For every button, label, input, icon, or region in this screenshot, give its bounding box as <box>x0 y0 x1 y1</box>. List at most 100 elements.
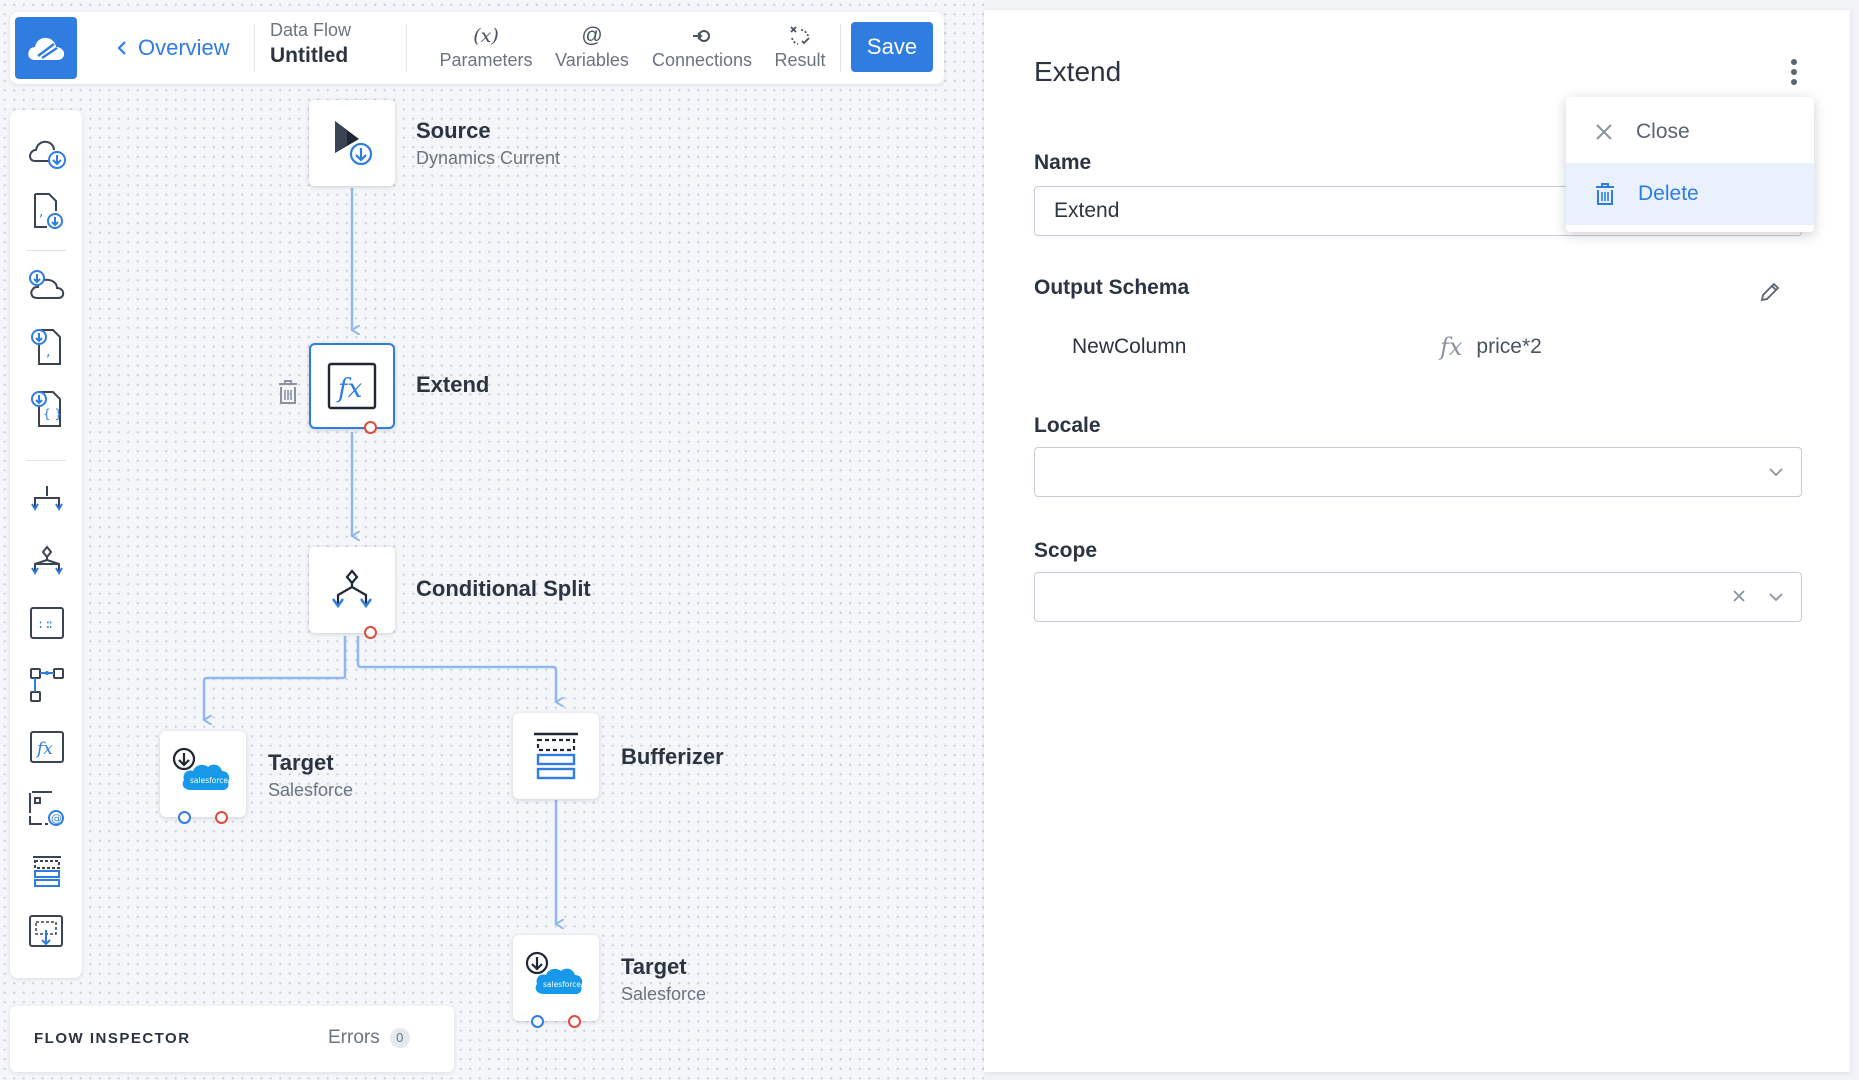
chevron-down-icon <box>1769 468 1783 477</box>
extend-node[interactable]: fx <box>309 343 395 429</box>
target2-node-subtitle: Salesforce <box>621 984 707 1004</box>
name-field-label: Name <box>1034 151 1092 174</box>
salesforce-target-icon: salesforce <box>172 747 230 791</box>
source-node[interactable] <box>309 100 395 186</box>
chevron-left-icon <box>117 41 126 55</box>
close-icon <box>1596 124 1612 140</box>
bufferizer-icon <box>534 732 578 780</box>
target-node-2[interactable]: salesforce <box>513 935 599 1021</box>
flow-inspector[interactable]: FLOW INSPECTOR Errors 0 <box>10 1006 454 1072</box>
bufferizer-icon[interactable] <box>26 850 68 892</box>
schema-column-expression[interactable]: fx price*2 <box>1440 333 1542 361</box>
connections-label: Connections <box>651 50 753 70</box>
more-options-icon[interactable] <box>1780 54 1808 90</box>
menu-item-delete[interactable]: Delete <box>1566 163 1814 225</box>
output-schema-label: Output Schema <box>1034 276 1190 299</box>
panel-title: Extend <box>1034 56 1122 87</box>
source-node-label: Source <box>416 118 491 143</box>
save-button[interactable]: Save <box>851 22 933 72</box>
palette-divider <box>26 250 66 251</box>
fx-icon: fx <box>1440 333 1463 361</box>
toolbar-divider <box>406 24 407 72</box>
source-node-subtitle: Dynamics Current <box>416 148 561 168</box>
scope-select[interactable] <box>1034 572 1802 622</box>
connections-icon <box>691 22 713 50</box>
menu-item-close[interactable]: Close <box>1566 101 1814 163</box>
file-json-download-icon[interactable]: , <box>26 190 68 232</box>
variable-icon[interactable]: @ <box>26 788 68 830</box>
variables-label: Variables <box>555 50 629 70</box>
join-icon[interactable] <box>26 664 68 706</box>
conditional-split-icon <box>332 569 372 609</box>
file-xml-source-icon[interactable]: { } <box>26 388 68 430</box>
locale-field-label: Locale <box>1034 414 1101 437</box>
chevron-down-icon <box>1769 593 1783 602</box>
parameters-button[interactable]: (x) Parameters <box>430 22 542 76</box>
errors-label: Errors <box>328 1027 380 1048</box>
conditional-split-node[interactable] <box>309 547 395 633</box>
errors-toggle[interactable]: Errors 0 <box>328 1027 410 1049</box>
app-logo-button[interactable] <box>15 17 77 79</box>
bufferizer-node[interactable] <box>513 713 599 799</box>
result-icon <box>788 22 812 50</box>
svg-text:fx: fx <box>336 374 363 404</box>
clear-icon[interactable] <box>1729 586 1749 606</box>
bufferizer-node-label: Bufferizer <box>621 744 724 769</box>
fx-function-icon: fx <box>327 362 377 410</box>
errors-count-badge: 0 <box>389 1028 410 1048</box>
pencil-edit-icon[interactable] <box>1758 280 1782 304</box>
component-palette: , , { } ::: fx @ <box>10 110 82 978</box>
svg-text:,: , <box>39 204 43 220</box>
flow-title: Data Flow Untitled <box>270 20 351 68</box>
split-icon[interactable] <box>26 478 68 520</box>
connections-button[interactable]: Connections <box>644 22 760 76</box>
cloud-download-icon[interactable] <box>26 132 68 174</box>
svg-text:{ }: { } <box>43 407 62 421</box>
svg-text:salesforce: salesforce <box>543 980 581 989</box>
scope-field-label: Scope <box>1034 539 1098 562</box>
target1-output-port[interactable] <box>215 811 228 824</box>
flow-kind: Data Flow <box>270 20 352 40</box>
menu-delete-label: Delete <box>1638 182 1699 205</box>
flow-inspector-title: FLOW INSPECTOR <box>34 1030 191 1047</box>
schema-column-name[interactable]: NewColumn <box>1072 335 1186 359</box>
variables-button[interactable]: @ Variables <box>546 22 638 76</box>
target2-input-port[interactable] <box>531 1015 544 1028</box>
trash-icon <box>1596 183 1614 205</box>
extend-output-port[interactable] <box>364 421 377 434</box>
toolbar-divider <box>254 24 255 72</box>
split-output-port[interactable] <box>364 626 377 639</box>
result-button[interactable]: Result <box>762 22 838 76</box>
cloud-source-icon[interactable] <box>26 265 68 307</box>
salesforce-target-icon: salesforce <box>525 951 583 995</box>
conditional-split-icon[interactable] <box>26 540 68 582</box>
cloud-logo-icon <box>28 37 65 60</box>
locale-select[interactable] <box>1034 447 1802 497</box>
toolbar-divider <box>840 24 841 72</box>
at-sign-icon: @ <box>581 24 603 47</box>
file-json-source-icon[interactable]: , <box>26 326 68 368</box>
target1-node-label: Target <box>268 750 334 775</box>
split-node-label: Conditional Split <box>416 576 591 601</box>
back-to-overview-link[interactable]: Overview <box>116 34 230 62</box>
unbufferizer-icon[interactable] <box>26 912 68 954</box>
extend-node-label: Extend <box>416 372 490 397</box>
lookup-icon[interactable]: ::: <box>26 602 68 644</box>
result-label: Result <box>774 50 826 70</box>
svg-text::: : <box>47 617 54 631</box>
target-node-1[interactable]: salesforce <box>160 731 246 817</box>
palette-divider <box>26 460 66 461</box>
target1-node-subtitle: Salesforce <box>268 780 354 800</box>
target1-input-port[interactable] <box>178 811 191 824</box>
back-label: Overview <box>138 35 230 60</box>
extend-fx-icon[interactable]: fx <box>26 726 68 768</box>
node-delete-trash-icon[interactable] <box>275 377 301 407</box>
svg-text:salesforce: salesforce <box>190 776 228 785</box>
top-toolbar: Overview Data Flow Untitled (x) Paramete… <box>10 12 944 84</box>
flow-name[interactable]: Untitled <box>270 44 351 68</box>
svg-text:,: , <box>46 344 50 360</box>
svg-text:fx: fx <box>35 739 53 759</box>
target2-output-port[interactable] <box>568 1015 581 1028</box>
target2-node-label: Target <box>621 954 687 979</box>
parameters-label: Parameters <box>439 50 533 70</box>
